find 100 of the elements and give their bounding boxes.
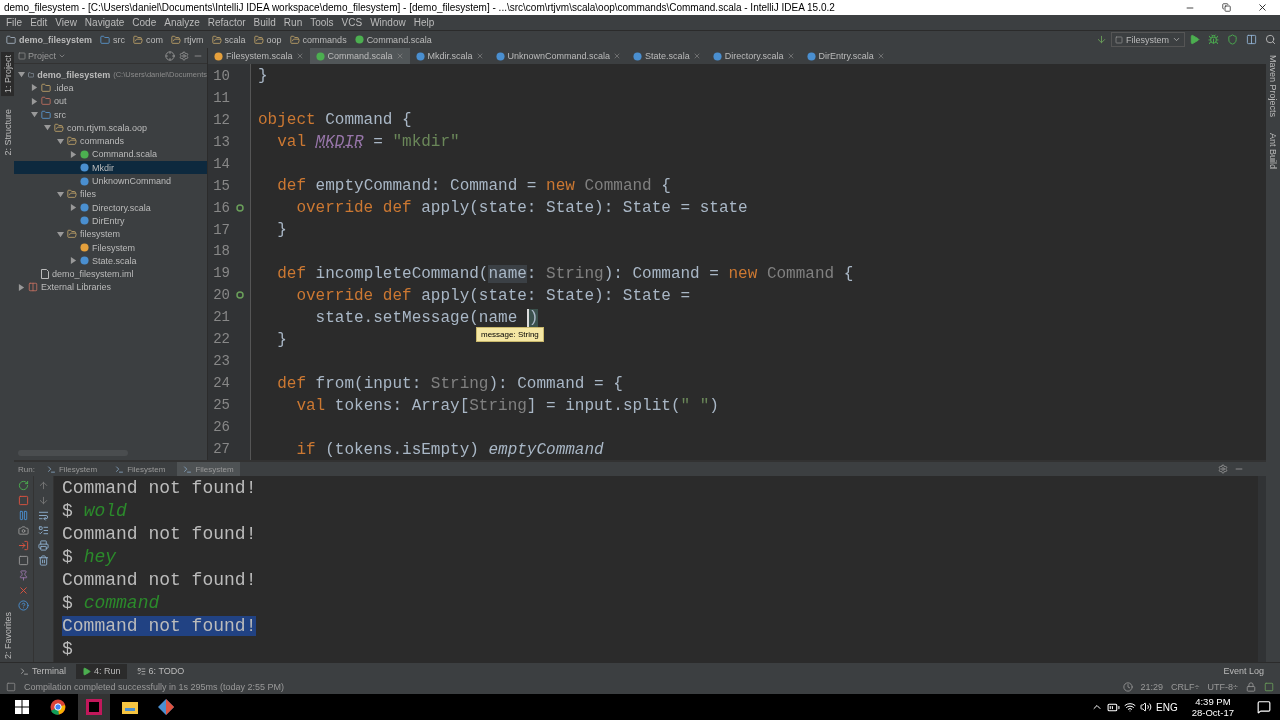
lock-icon[interactable] xyxy=(1246,681,1256,692)
collapsed-arrow-icon[interactable] xyxy=(70,204,77,212)
tool-window-tab[interactable]: 2: Favorites xyxy=(0,608,14,662)
run-tab[interactable]: Filesystem xyxy=(40,462,104,476)
play-icon[interactable] xyxy=(1189,34,1200,45)
menu-item[interactable]: Run xyxy=(279,17,307,28)
expanded-arrow-icon[interactable] xyxy=(18,71,25,79)
bug-icon[interactable] xyxy=(1208,34,1219,45)
run-tab[interactable]: Filesystem xyxy=(109,462,172,476)
close-icon[interactable] xyxy=(1256,2,1268,13)
wifi-icon[interactable] xyxy=(1124,701,1137,713)
breadcrumb[interactable]: commands xyxy=(287,34,353,45)
editor-tab[interactable]: Command.scala xyxy=(309,48,410,64)
menu-item[interactable]: View xyxy=(51,17,81,28)
up-arrow-icon[interactable] xyxy=(38,480,49,491)
breadcrumb[interactable]: src xyxy=(98,34,132,45)
editor-tab[interactable]: State.scala xyxy=(627,48,707,64)
tree-item[interactable]: src xyxy=(14,107,207,122)
expanded-arrow-icon[interactable] xyxy=(57,230,64,238)
tool-window-tab[interactable]: 6: TODO xyxy=(130,663,191,679)
menu-item[interactable]: Navigate xyxy=(80,17,129,28)
menu-item[interactable]: Build xyxy=(249,17,280,28)
locate-icon[interactable] xyxy=(165,50,175,61)
tree-item[interactable]: Directory.scala xyxy=(14,200,207,215)
menu-item[interactable]: Help xyxy=(409,17,439,28)
volume-icon[interactable] xyxy=(1140,701,1153,713)
tree-item[interactable]: Filesystem xyxy=(14,240,207,255)
breadcrumb[interactable]: oop xyxy=(251,34,288,45)
menu-item[interactable]: File xyxy=(2,17,27,28)
collapsed-arrow-icon[interactable] xyxy=(18,283,25,291)
exit-icon[interactable] xyxy=(18,540,29,551)
browser-icon[interactable] xyxy=(50,699,66,715)
tree-item[interactable]: DirEntry xyxy=(14,214,207,228)
clear-icon[interactable] xyxy=(38,555,49,566)
language-indicator[interactable]: ENG xyxy=(1156,701,1178,713)
down-arrow-icon[interactable] xyxy=(38,495,49,506)
tree-item[interactable]: com.rtjvm.scala.oop xyxy=(14,121,207,135)
tool-window-tab[interactable]: Terminal xyxy=(14,663,72,679)
breadcrumb[interactable]: com xyxy=(131,34,170,45)
breadcrumb[interactable]: rtjvm xyxy=(169,34,210,45)
collapsed-arrow-icon[interactable] xyxy=(70,150,77,158)
menu-item[interactable]: Analyze xyxy=(160,17,204,28)
run-config-dropdown[interactable]: Filesystem xyxy=(1111,32,1185,47)
menu-item[interactable]: VCS xyxy=(337,17,367,28)
tree-item[interactable]: files xyxy=(14,187,207,201)
settings-icon[interactable] xyxy=(1218,464,1228,474)
settings-icon[interactable] xyxy=(179,50,189,61)
tree-item[interactable]: .idea xyxy=(14,81,207,95)
tree-item[interactable]: demo_filesystem.iml xyxy=(14,267,207,281)
columns-icon[interactable] xyxy=(1246,34,1257,45)
menu-item[interactable]: Tools xyxy=(306,17,338,28)
tool-window-tab[interactable]: Ant Build xyxy=(1266,130,1280,173)
tool-window-tab[interactable]: 2: Structure xyxy=(0,106,14,159)
line-separator[interactable]: CRLF÷ xyxy=(1171,681,1200,692)
menu-item[interactable]: Window xyxy=(366,17,410,28)
event-log-button[interactable]: Event Log xyxy=(1217,665,1270,677)
pause-icon[interactable] xyxy=(18,510,29,521)
tree-item[interactable]: filesystem xyxy=(14,227,207,241)
tree-item[interactable]: commands xyxy=(14,134,207,148)
tool-window-tab[interactable]: 4: Run xyxy=(76,663,127,679)
help-icon[interactable] xyxy=(18,600,29,611)
override-marker-icon[interactable] xyxy=(236,291,244,300)
breadcrumb[interactable]: Command.scala xyxy=(352,34,438,45)
breadcrumb[interactable]: demo_filesystem xyxy=(4,34,99,45)
override-marker-icon[interactable] xyxy=(236,203,244,212)
breadcrumb[interactable]: scala xyxy=(209,34,252,45)
rerun-icon[interactable] xyxy=(18,480,29,491)
tree-item[interactable]: out xyxy=(14,94,207,108)
tool-window-tab[interactable]: Maven Projects xyxy=(1266,52,1280,121)
menu-item[interactable]: Code xyxy=(128,17,161,28)
shield-icon[interactable] xyxy=(1227,34,1238,45)
editor-tab[interactable]: Mkdir.scala xyxy=(409,48,490,64)
clock-date[interactable]: 28-Oct-17 xyxy=(1191,707,1234,718)
caret-position[interactable]: 21:29 xyxy=(1140,681,1164,692)
menu-item[interactable]: Refactor xyxy=(203,17,250,28)
stop-icon[interactable] xyxy=(18,495,29,506)
print-icon[interactable] xyxy=(38,540,49,551)
soft-wrap-icon[interactable] xyxy=(38,510,49,521)
tree-item[interactable]: Command.scala xyxy=(14,147,207,162)
file-encoding[interactable]: UTF-8÷ xyxy=(1207,681,1238,692)
editor-tab[interactable]: Filesystem.scala xyxy=(208,48,310,64)
caret-icon[interactable] xyxy=(1172,35,1181,44)
tree-item[interactable]: Mkdir xyxy=(14,161,207,175)
tree-item[interactable]: External Libraries xyxy=(14,280,207,295)
down-arrow-icon[interactable] xyxy=(1096,34,1107,45)
dump-threads-icon[interactable] xyxy=(18,525,29,536)
clock-time[interactable]: 4:39 PM xyxy=(1195,696,1231,707)
diamond-icon[interactable] xyxy=(158,699,174,715)
pin-icon[interactable] xyxy=(18,570,29,581)
ide-icon[interactable] xyxy=(86,699,102,715)
editor-tab[interactable]: UnknownCommand.scala xyxy=(489,48,628,64)
tree-item[interactable]: UnknownCommand xyxy=(14,174,207,188)
project-view-dropdown[interactable]: Project xyxy=(18,50,66,61)
ide-taskbar-button[interactable] xyxy=(78,694,110,720)
editor-tab[interactable]: DirEntry.scala xyxy=(800,48,891,64)
search-icon[interactable] xyxy=(1265,34,1276,45)
tree-item[interactable]: State.scala xyxy=(14,254,207,268)
expanded-arrow-icon[interactable] xyxy=(57,190,64,198)
folder-icon[interactable] xyxy=(122,700,138,714)
collapsed-arrow-icon[interactable] xyxy=(70,257,77,265)
